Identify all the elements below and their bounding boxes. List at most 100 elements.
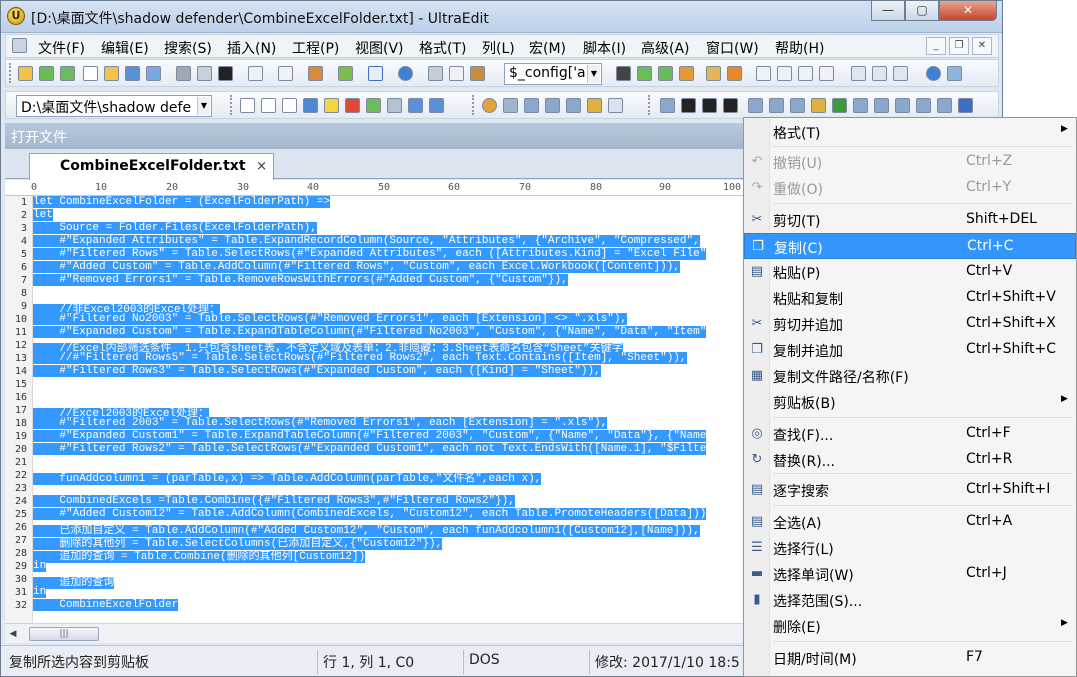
menu-format[interactable]: 格式(T) — [419, 38, 466, 58]
hex-mode-icon[interactable] — [368, 66, 383, 81]
context-menu-item[interactable]: ✂ 剪切并追加 Ctrl+Shift+X — [744, 311, 1076, 337]
ftp-icon[interactable] — [308, 66, 323, 81]
code-line[interactable]: #"Filtered Rows3" = Table.SelectRows(#"E… — [33, 365, 601, 378]
back-icon[interactable] — [39, 66, 54, 81]
find-in-files-icon[interactable] — [706, 66, 721, 81]
align-right-icon[interactable] — [798, 66, 813, 81]
menu-edit[interactable]: 编辑(E) — [101, 38, 149, 58]
save-all-icon[interactable] — [146, 66, 161, 81]
code-line[interactable]: #"Removed Errors1" = Table.RemoveRowsWit… — [33, 274, 568, 287]
column-mode-icon[interactable] — [278, 66, 293, 81]
menu-insert[interactable]: 插入(N) — [227, 38, 276, 58]
context-menu-item[interactable]: ▤ 逐字搜索 Ctrl+Shift+I — [744, 477, 1076, 503]
replace-in-files-icon[interactable] — [727, 66, 742, 81]
cut-icon[interactable] — [428, 66, 443, 81]
toolbar-grip[interactable] — [648, 95, 652, 115]
toolbar-grip[interactable] — [9, 63, 13, 83]
mdi-close-button[interactable]: ✕ — [972, 37, 992, 55]
bold-icon[interactable] — [681, 98, 696, 113]
yahoo-icon[interactable] — [261, 98, 276, 113]
php-icon[interactable] — [387, 98, 402, 113]
color-picker-icon[interactable] — [482, 98, 497, 113]
code-line[interactable]: //#"Filtered Rows5" = Table.SelectRows(#… — [33, 352, 687, 365]
new-file-icon[interactable] — [83, 66, 98, 81]
save-icon[interactable] — [125, 66, 140, 81]
tab-combineexcelfolder[interactable]: CombineExcelFolder.txt × — [29, 153, 274, 180]
code-line[interactable]: 追加的查询 = Table.Combine(删除的其他列[Custom12]) — [33, 547, 366, 563]
context-menu-item[interactable]: ✂ 剪切(T) Shift+DEL — [744, 207, 1076, 233]
context-menu-item[interactable]: ↻ 替换(R)... Ctrl+R — [744, 447, 1076, 473]
html-header-icon[interactable] — [811, 98, 826, 113]
tab-close-icon[interactable]: × — [256, 159, 267, 174]
web-icon[interactable] — [398, 66, 413, 81]
italic-icon[interactable] — [702, 98, 717, 113]
code-line[interactable]: //Excel内部筛选条件 1.只包含sheet表，不含定义域及表单；2.非隐藏… — [33, 339, 623, 355]
code-line[interactable]: #"Expanded Attributes" = Table.ExpandRec… — [33, 235, 700, 248]
menu-project[interactable]: 工程(P) — [292, 38, 339, 58]
code-line[interactable]: let CombineExcelFolder = (ExcelFolderPat… — [33, 196, 331, 209]
context-menu-item[interactable]: 格式(T) ▶ — [744, 119, 1076, 145]
replace-icon[interactable] — [679, 66, 694, 81]
word-wrap-icon[interactable] — [248, 66, 263, 81]
google-icon[interactable] — [240, 98, 255, 113]
open-files-panel-header[interactable]: 打开文件 — [5, 123, 745, 149]
code-area[interactable]: let CombineExcelFolder = (ExcelFolderPat… — [33, 196, 745, 623]
code-line[interactable]: #"Filtered 2003" = Table.SelectRows(#"Re… — [33, 417, 608, 430]
context-menu-item[interactable]: ▮ 选择范围(S)... — [744, 587, 1076, 613]
tile-icon[interactable] — [872, 66, 887, 81]
context-menu-item[interactable]: ↷ 重做(O) Ctrl+Y — [744, 175, 1076, 201]
scroll-left-icon[interactable]: ◀ — [7, 627, 19, 641]
menu-column[interactable]: 列(L) — [482, 38, 515, 58]
mdi-minimize-button[interactable]: _ — [926, 37, 946, 55]
path-combo[interactable]: D:\桌面文件\shadow defe ▼ — [16, 95, 212, 117]
tool-icon[interactable] — [408, 98, 423, 113]
lookup-icon[interactable] — [324, 98, 339, 113]
html-cell-icon[interactable] — [790, 98, 805, 113]
open-folder-icon[interactable] — [104, 66, 119, 81]
wikipedia-icon[interactable] — [282, 98, 297, 113]
dictionary-icon[interactable] — [345, 98, 360, 113]
settings-icon[interactable] — [947, 66, 962, 81]
menu-advanced[interactable]: 高级(A) — [641, 38, 690, 58]
html-line-icon[interactable] — [916, 98, 931, 113]
justify-icon[interactable] — [819, 66, 834, 81]
code-line[interactable]: #"Expanded Custom1" = Table.ExpandTableC… — [33, 430, 707, 443]
chevron-down-icon[interactable]: ▼ — [197, 97, 210, 115]
html-form-icon[interactable] — [545, 98, 560, 113]
code-line[interactable]: in — [33, 560, 47, 573]
menu-window[interactable]: 窗口(W) — [706, 38, 759, 58]
context-menu-item[interactable]: ▬ 选择单词(W) Ctrl+J — [744, 561, 1076, 587]
menu-macro[interactable]: 宏(M) — [529, 38, 566, 58]
split-window-icon[interactable] — [851, 66, 866, 81]
browser-icon[interactable] — [926, 66, 941, 81]
maximize-button[interactable]: ▢ — [905, 1, 939, 21]
context-menu-item[interactable]: ▦ 复制文件路径/名称(F) — [744, 363, 1076, 389]
context-menu-item[interactable]: ◎ 查找(F)... Ctrl+F — [744, 421, 1076, 447]
print-preview-icon[interactable] — [197, 66, 212, 81]
code-line[interactable]: //Excel2003的Excel处理： — [33, 404, 210, 420]
code-line[interactable]: Source = Folder.Files(ExcelFolderPath), — [33, 222, 317, 235]
horizontal-scrollbar[interactable]: ◀ ||| — [5, 623, 745, 643]
context-menu-item[interactable]: 粘贴和复制 Ctrl+Shift+V — [744, 285, 1076, 311]
html-comment-icon[interactable] — [608, 98, 623, 113]
forward-icon[interactable] — [60, 66, 75, 81]
context-menu-item[interactable]: ▤ 粘贴(P) Ctrl+V — [744, 259, 1076, 285]
find-prev-icon[interactable] — [658, 66, 673, 81]
align-left-icon[interactable] — [756, 66, 771, 81]
html-row-icon[interactable] — [769, 98, 784, 113]
windows-icon[interactable] — [429, 98, 444, 113]
context-menu-item[interactable]: 剪贴板(B) ▶ — [744, 389, 1076, 415]
code-line[interactable]: 追加的查询 — [33, 573, 115, 589]
chevron-down-icon[interactable]: ▼ — [587, 65, 600, 83]
context-menu-item[interactable]: ↶ 撤销(U) Ctrl+Z — [744, 149, 1076, 175]
html-anchor-icon[interactable] — [874, 98, 889, 113]
code-line[interactable]: #"Filtered No2003" = Table.SelectRows(#"… — [33, 313, 628, 326]
font-icon[interactable] — [218, 66, 233, 81]
code-line[interactable]: //非Excel2003的Excel处理： — [33, 300, 221, 316]
close-button[interactable]: ✕ — [939, 1, 997, 21]
menu-script[interactable]: 脚本(I) — [583, 38, 626, 58]
underline-icon[interactable] — [723, 98, 738, 113]
toolbar-grip[interactable] — [230, 95, 234, 115]
code-line[interactable]: let — [33, 209, 53, 222]
open-icon[interactable] — [18, 66, 33, 81]
